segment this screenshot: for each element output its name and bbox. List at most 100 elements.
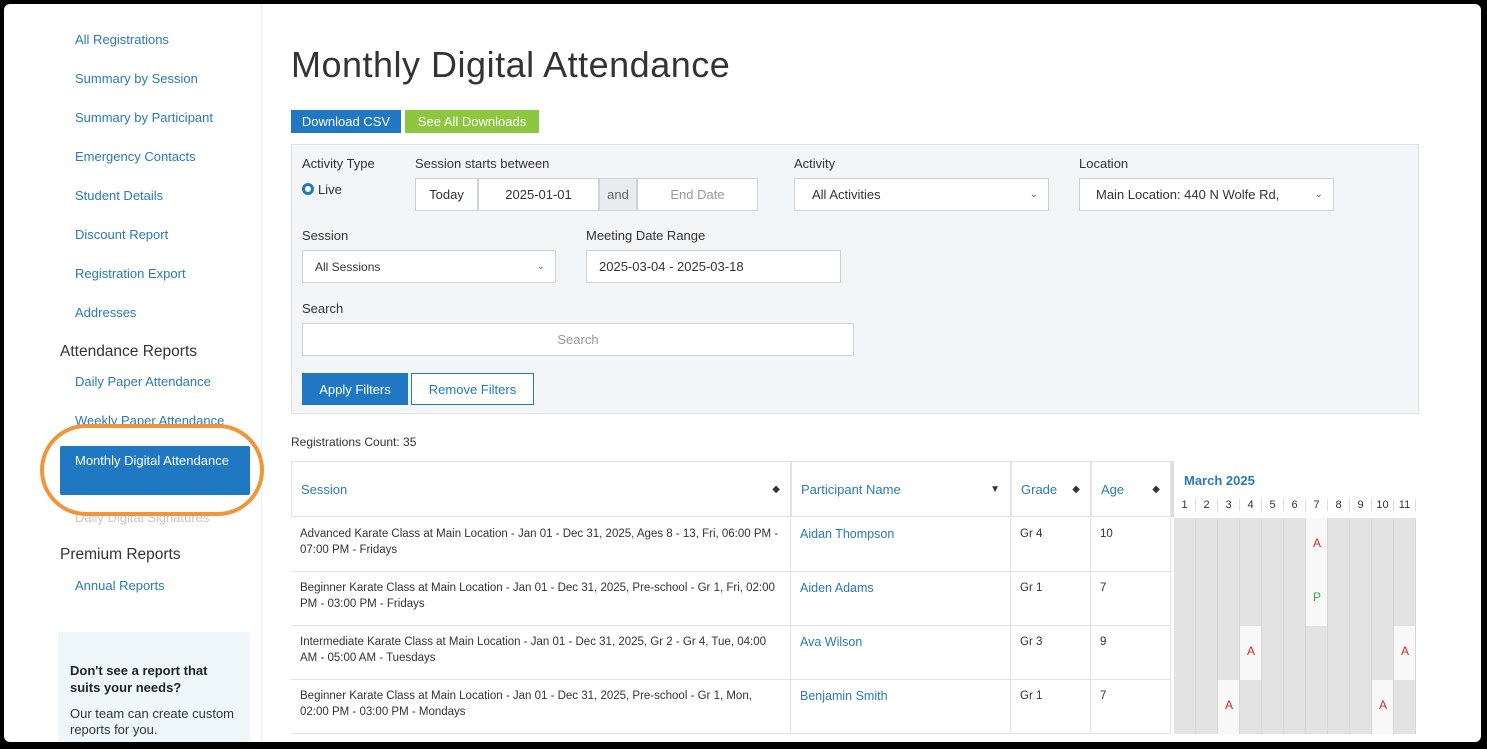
attendance-cell[interactable]: A [1372, 680, 1394, 734]
sidebar-item-weekly-paper-attendance[interactable]: Weekly Paper Attendance [75, 413, 224, 428]
attendance-cell[interactable] [1284, 572, 1306, 626]
header-label: Participant Name [801, 481, 901, 497]
attendance-cell[interactable]: A [1218, 680, 1240, 734]
start-date-input[interactable]: 2025-01-01 [478, 178, 599, 211]
header-label: Grade [1021, 481, 1058, 497]
attendance-cell[interactable] [1328, 518, 1350, 572]
attendance-cell[interactable] [1196, 518, 1218, 572]
sidebar-item-student-details[interactable]: Student Details [75, 188, 163, 203]
end-date-input[interactable]: End Date [637, 178, 758, 211]
grade-column-header[interactable]: Grade ◆ [1011, 461, 1091, 517]
sidebar-item-annual-reports[interactable]: Annual Reports [75, 578, 165, 593]
remove-filters-button[interactable]: Remove Filters [411, 373, 534, 405]
session-cell: Advanced Karate Class at Main Location -… [291, 518, 791, 572]
attendance-cell[interactable] [1328, 680, 1350, 734]
attendance-cell[interactable] [1284, 518, 1306, 572]
attendance-cell[interactable] [1262, 680, 1284, 734]
attendance-cell[interactable] [1174, 572, 1196, 626]
apply-filters-button[interactable]: Apply Filters [302, 373, 408, 405]
attendance-cell[interactable] [1174, 680, 1196, 734]
attendance-cell[interactable]: P [1306, 572, 1328, 626]
session-cell-text: Beginner Karate Class at Main Location -… [300, 690, 752, 718]
sidebar-item-registration-export[interactable]: Registration Export [75, 266, 186, 281]
attendance-cell[interactable] [1284, 680, 1306, 734]
age-column-header[interactable]: Age ◆ [1091, 461, 1171, 517]
session-select[interactable]: All Sessions ⌄ [302, 250, 556, 283]
calendar-day-10: 10 [1372, 499, 1394, 511]
header-label: Session [301, 481, 348, 497]
sidebar-item-all-registrations[interactable]: All Registrations [75, 32, 169, 47]
attendance-cell[interactable] [1240, 572, 1262, 626]
today-button[interactable]: Today [415, 178, 478, 211]
participant-name-link-text[interactable]: Ava Wilson [800, 635, 862, 649]
premium-reports-heading: Premium Reports [60, 546, 181, 563]
attendance-cell[interactable] [1372, 518, 1394, 572]
sort-icon[interactable]: ◆ [1072, 484, 1080, 495]
participant-name-link-text[interactable]: Benjamin Smith [800, 689, 888, 703]
participant-name-link[interactable]: Ava Wilson [791, 626, 1011, 680]
attendance-cell[interactable] [1218, 626, 1240, 680]
see-all-downloads-button[interactable]: See All Downloads [405, 110, 539, 133]
calendar-day-4: 4 [1240, 499, 1262, 511]
attendance-cell[interactable] [1262, 572, 1284, 626]
attendance-cell[interactable] [1394, 572, 1416, 626]
download-csv-button[interactable]: Download CSV [291, 110, 401, 133]
attendance-cell[interactable] [1218, 572, 1240, 626]
attendance-cell[interactable] [1372, 626, 1394, 680]
attendance-cell[interactable] [1350, 572, 1372, 626]
participant-column-header[interactable]: Participant Name ▼ [791, 461, 1011, 517]
attendance-cell[interactable] [1328, 572, 1350, 626]
radio-selected-icon[interactable] [302, 183, 314, 195]
sidebar-item-monthly-digital-attendance[interactable]: Monthly Digital Attendance [60, 446, 250, 495]
attendance-cell[interactable] [1262, 518, 1284, 572]
sort-desc-icon[interactable]: ▼ [990, 484, 1000, 495]
attendance-cell[interactable] [1240, 680, 1262, 734]
sidebar-item-summary-by-participant[interactable]: Summary by Participant [75, 110, 213, 125]
sort-icon[interactable]: ◆ [772, 484, 780, 495]
sidebar-item-daily-paper-attendance[interactable]: Daily Paper Attendance [75, 374, 211, 389]
sidebar-item-discount-report[interactable]: Discount Report [75, 227, 168, 242]
location-select[interactable]: Main Location: 440 N Wolfe Rd, ⌄ [1079, 178, 1334, 211]
attendance-cell[interactable] [1284, 626, 1306, 680]
chevron-down-icon: ⌄ [1314, 189, 1323, 200]
attendance-cell[interactable] [1372, 572, 1394, 626]
attendance-cell[interactable] [1174, 518, 1196, 572]
participant-name-link[interactable]: Aiden Adams [791, 572, 1011, 626]
attendance-cell[interactable] [1306, 626, 1328, 680]
sidebar-item-emergency-contacts[interactable]: Emergency Contacts [75, 149, 196, 164]
attendance-cell[interactable] [1306, 680, 1328, 734]
calendar-day-7: 7 [1306, 499, 1328, 511]
activity-type-live-radio[interactable]: Live [302, 182, 342, 197]
attendance-cell[interactable] [1196, 626, 1218, 680]
sidebar-item-addresses[interactable]: Addresses [75, 305, 136, 320]
attendance-cell[interactable] [1218, 518, 1240, 572]
attendance-cell[interactable] [1262, 626, 1284, 680]
session-cell: Beginner Karate Class at Main Location -… [291, 680, 791, 734]
sidebar-item-daily-digital-signatures[interactable]: Daily Digital Signatures [75, 510, 209, 525]
search-input[interactable]: Search [302, 323, 854, 356]
attendance-cell[interactable]: A [1306, 518, 1328, 572]
attendance-cell[interactable] [1174, 626, 1196, 680]
attendance-cell[interactable] [1196, 572, 1218, 626]
attendance-cell[interactable] [1350, 680, 1372, 734]
meeting-date-range-input[interactable]: 2025-03-04 - 2025-03-18 [586, 250, 841, 283]
meeting-date-range-label: Meeting Date Range [586, 228, 706, 243]
attendance-cell[interactable] [1196, 680, 1218, 734]
participant-name-link-text[interactable]: Aidan Thompson [800, 527, 894, 541]
attendance-cell[interactable]: A [1394, 626, 1416, 680]
sort-icon[interactable]: ◆ [1152, 484, 1160, 495]
attendance-cell[interactable] [1328, 626, 1350, 680]
activity-select[interactable]: All Activities ⌄ [794, 178, 1049, 211]
participant-name-link[interactable]: Benjamin Smith [791, 680, 1011, 734]
attendance-cell[interactable] [1240, 518, 1262, 572]
session-column-header[interactable]: Session ◆ [291, 461, 791, 517]
calendar-month: March 2025 [1184, 473, 1255, 488]
attendance-cell[interactable] [1394, 680, 1416, 734]
attendance-cell[interactable]: A [1240, 626, 1262, 680]
sidebar-item-summary-by-session[interactable]: Summary by Session [75, 71, 198, 86]
participant-name-link-text[interactable]: Aiden Adams [800, 581, 874, 595]
participant-name-link[interactable]: Aidan Thompson [791, 518, 1011, 572]
attendance-cell[interactable] [1350, 518, 1372, 572]
attendance-cell[interactable] [1394, 518, 1416, 572]
attendance-cell[interactable] [1350, 626, 1372, 680]
